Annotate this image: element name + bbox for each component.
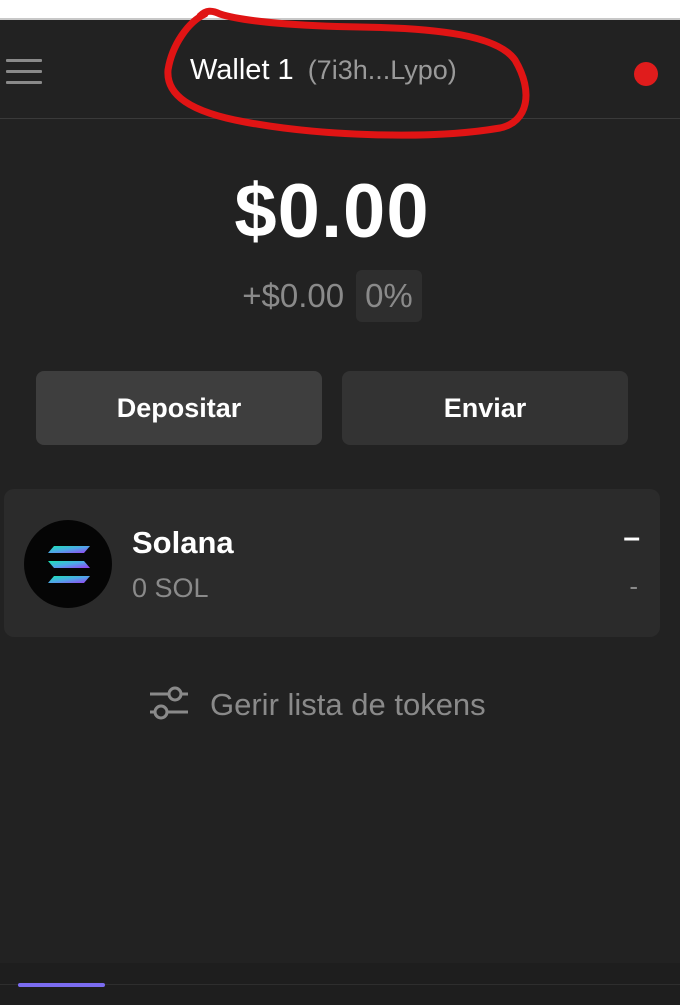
hamburger-menu-icon[interactable] [6,57,42,85]
wallet-address: (7i3h...Lypo) [307,55,457,85]
wallet-name: Wallet 1 [190,54,294,86]
window-top-strip [0,0,680,20]
change-percent-badge: 0% [356,270,422,322]
change-amount: +$0.00 [242,277,345,314]
bottom-tab-bar [0,963,680,1005]
balance-change: +$0.00 0% [0,270,664,322]
token-row-solana[interactable]: Solana 0 SOL – - [4,489,660,637]
token-name: Solana [132,525,234,560]
manage-token-list-label: Gerir lista de tokens [210,687,486,722]
deposit-button[interactable]: Depositar [36,371,322,445]
manage-token-list-button[interactable]: Gerir lista de tokens [148,685,486,725]
token-change: - [629,571,638,601]
header: Wallet 1 (7i3h...Lypo) [0,20,680,119]
total-balance: $0.00 [234,169,430,254]
active-tab-indicator [18,983,105,987]
send-button[interactable]: Enviar [342,371,628,445]
solana-logo-icon [24,520,112,608]
wallet-selector[interactable]: Wallet 1 (7i3h...Lypo) [190,54,457,94]
connection-status-dot[interactable] [634,62,658,86]
sliders-icon [148,685,188,726]
token-value: – [623,521,640,554]
token-balance: 0 SOL [132,573,209,603]
wallet-popup: Wallet 1 (7i3h...Lypo) $0.00 +$0.00 0% D… [0,20,680,1005]
